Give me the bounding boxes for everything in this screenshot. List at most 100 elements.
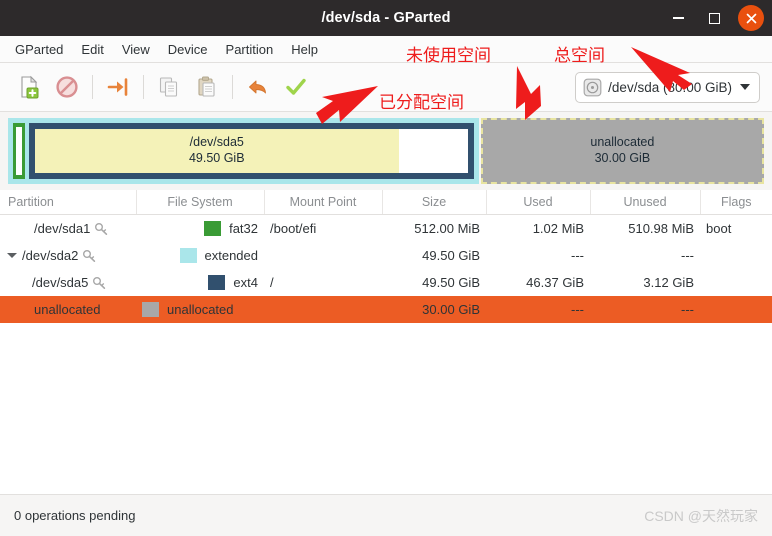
toolbar-separator-1 xyxy=(92,75,93,99)
resize-move-icon xyxy=(107,78,128,96)
cell-unused: 3.12 GiB xyxy=(643,275,694,290)
cell-size: 49.50 GiB xyxy=(422,275,480,290)
sda5-free-area xyxy=(398,129,468,173)
undo-icon xyxy=(249,80,266,94)
filesystem-label: extended xyxy=(204,248,259,263)
cell-filesystem: ext4 xyxy=(136,269,264,296)
column-header-used[interactable]: Used xyxy=(486,190,591,215)
column-header-flags[interactable]: Flags xyxy=(700,190,772,215)
cell-unused: --- xyxy=(681,248,694,263)
toolbar-separator-2 xyxy=(143,75,144,99)
table-row-selected[interactable]: unallocated unallocated 30.00 GiB --- --… xyxy=(0,296,772,323)
window-controls xyxy=(666,0,764,36)
new-partition-icon xyxy=(21,75,39,99)
expander-toggle[interactable] xyxy=(6,253,18,258)
menu-view[interactable]: View xyxy=(113,39,159,60)
cell-unused: 510.98 MiB xyxy=(628,221,694,236)
cell-used: 1.02 MiB xyxy=(532,221,584,236)
copy-button[interactable] xyxy=(150,68,188,106)
cell-size: 49.50 GiB xyxy=(422,248,480,263)
menu-gparted[interactable]: GParted xyxy=(6,39,72,60)
menu-edit[interactable]: Edit xyxy=(72,39,112,60)
minimize-button[interactable] xyxy=(666,6,690,30)
maximize-button[interactable] xyxy=(702,6,726,30)
filesystem-label: ext4 xyxy=(233,275,258,290)
partition-name-cell: /dev/sda2 xyxy=(6,248,130,263)
graphic-unallocated[interactable]: unallocated 30.00 GiB xyxy=(480,118,764,184)
copy-icon xyxy=(159,77,178,97)
chevron-down-icon xyxy=(740,84,750,90)
table-row[interactable]: /dev/sda2 extended 49.50 GiB --- --- xyxy=(0,242,772,269)
key-icon xyxy=(83,249,96,262)
cell-size: 512.00 MiB xyxy=(414,221,480,236)
unallocated-graphic-label: unallocated 30.00 GiB xyxy=(590,135,655,165)
cell-flags xyxy=(700,242,772,269)
device-selector[interactable]: /dev/sda (80.00 GiB) xyxy=(575,71,760,103)
table-row[interactable]: /dev/sda5 ext4 / 49.50 GiB 46.37 GiB 3.1… xyxy=(0,269,772,296)
filesystem-color-swatch xyxy=(142,302,159,317)
partition-name-cell: /dev/sda5 xyxy=(6,275,130,290)
cell-unused: --- xyxy=(590,296,700,323)
menu-partition[interactable]: Partition xyxy=(217,39,283,60)
toolbar-separator-3 xyxy=(232,75,233,99)
cell-partition: unallocated xyxy=(0,296,136,323)
partition-label: /dev/sda5 xyxy=(32,275,89,290)
cell-filesystem: extended xyxy=(136,242,264,269)
column-header-filesystem[interactable]: File System xyxy=(136,190,265,215)
apply-icon xyxy=(286,78,306,95)
cell-size: 30.00 GiB xyxy=(382,296,486,323)
undo-button[interactable] xyxy=(239,68,277,106)
sda5-graphic-label: /dev/sda5 49.50 GiB xyxy=(188,135,245,165)
column-header-partition[interactable]: Partition xyxy=(0,190,137,215)
status-bar: 0 operations pending CSDN @天然玩家 xyxy=(0,494,772,536)
cell-flags xyxy=(700,269,772,296)
table-header: Partition File System Mount Point Size U… xyxy=(0,190,772,215)
filesystem-cell: extended xyxy=(142,248,258,263)
cell-partition: /dev/sda1 xyxy=(0,215,136,243)
delete-partition-button[interactable] xyxy=(48,68,86,106)
window-title: /dev/sda - GParted xyxy=(321,10,451,26)
maximize-icon xyxy=(708,12,720,24)
filesystem-label: unallocated xyxy=(167,302,234,317)
partition-table-container: Partition File System Mount Point Size U… xyxy=(0,190,772,494)
cell-flags xyxy=(700,296,772,323)
filesystem-label: fat32 xyxy=(229,221,258,236)
gparted-window: /dev/sda - GParted GParted Edit View Dev… xyxy=(0,0,772,536)
cell-used: --- xyxy=(486,296,590,323)
menu-device[interactable]: Device xyxy=(159,39,217,60)
filesystem-color-swatch xyxy=(208,275,226,290)
minimize-icon xyxy=(672,17,684,19)
paste-button[interactable] xyxy=(188,68,226,106)
partition-table: Partition File System Mount Point Size U… xyxy=(0,190,772,323)
new-partition-button[interactable] xyxy=(10,68,48,106)
sda1-fill xyxy=(16,127,22,175)
graphic-partition-sda1[interactable] xyxy=(13,123,25,179)
filesystem-color-swatch xyxy=(204,221,222,236)
table-row[interactable]: /dev/sda1 fat32 /boot/efi 512.00 MiB 1.0… xyxy=(0,215,772,243)
partition-label: unallocated xyxy=(34,302,101,317)
graphic-extended-sda2[interactable]: /dev/sda5 49.50 GiB xyxy=(8,118,479,184)
close-button[interactable] xyxy=(738,5,764,31)
column-header-mountpoint[interactable]: Mount Point xyxy=(264,190,383,215)
graphic-partition-sda5[interactable]: /dev/sda5 49.50 GiB xyxy=(29,123,474,179)
cell-filesystem: unallocated xyxy=(136,296,264,323)
cell-partition: /dev/sda2 xyxy=(0,242,136,269)
cell-mountpoint xyxy=(264,296,382,323)
menu-help[interactable]: Help xyxy=(282,39,327,60)
cell-mountpoint: /boot/efi xyxy=(270,221,317,236)
disk-icon xyxy=(583,78,602,96)
filesystem-cell: unallocated xyxy=(142,302,258,317)
status-text: 0 operations pending xyxy=(14,508,136,523)
resize-move-button[interactable] xyxy=(99,68,137,106)
table-body: /dev/sda1 fat32 /boot/efi 512.00 MiB 1.0… xyxy=(0,215,772,323)
menu-bar: GParted Edit View Device Partition Help xyxy=(0,36,772,63)
partition-name-cell: unallocated xyxy=(6,302,130,317)
paste-icon xyxy=(198,76,215,97)
cell-flags: boot xyxy=(706,221,732,236)
cell-filesystem: fat32 xyxy=(136,215,264,243)
column-header-size[interactable]: Size xyxy=(382,190,487,215)
apply-button[interactable] xyxy=(277,68,315,106)
title-bar: /dev/sda - GParted xyxy=(0,0,772,36)
column-header-unused[interactable]: Unused xyxy=(590,190,701,215)
cell-partition: /dev/sda5 xyxy=(0,269,136,296)
